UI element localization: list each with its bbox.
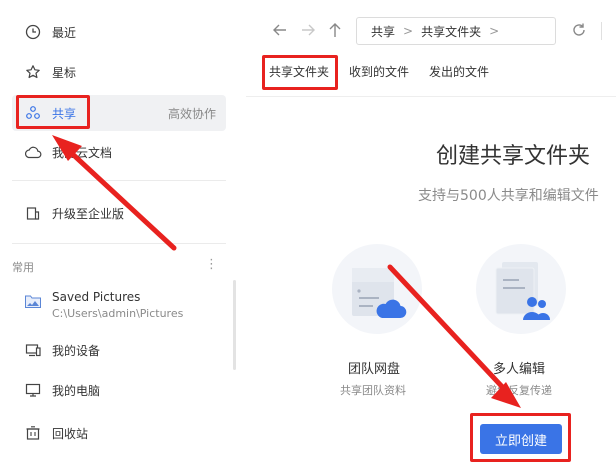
feature-desc: 共享团队资料 <box>340 384 406 397</box>
cloud-icon <box>24 143 42 161</box>
forward-arrow-icon[interactable] <box>298 20 318 40</box>
tab-sent-files[interactable]: 发出的文件 <box>429 63 489 80</box>
toolbar-divider <box>601 22 602 40</box>
sidebar-item-starred[interactable]: 星标 <box>12 54 226 90</box>
breadcrumb-item[interactable]: 共享文件夹 <box>421 23 481 40</box>
back-arrow-icon[interactable] <box>270 20 290 40</box>
sidebar-item-recycle-bin[interactable]: 回收站 <box>12 415 226 451</box>
sidebar-item-label: Saved Pictures <box>52 290 141 304</box>
sidebar-item-path: C:\Users\admin\Pictures <box>52 307 184 320</box>
shared-subtitle: 高效协作 <box>167 106 216 121</box>
team-drive-icon <box>352 268 407 319</box>
sidebar-scrollbar[interactable] <box>233 280 236 370</box>
address-bar[interactable]: 共享 > 共享文件夹 > <box>356 17 556 45</box>
sidebar: 最近 星标 共享 高效协作 我的云文档 升级至企业版 常用 ⋮ Saved Pi… <box>0 0 238 462</box>
feature-desc: 避免反复传递 <box>486 384 552 397</box>
feature-title: 团队网盘 <box>348 362 401 377</box>
sidebar-item-label: 星标 <box>52 65 77 80</box>
divider <box>12 243 226 244</box>
annotation-box-shared <box>16 95 90 129</box>
section-title-common: 常用 <box>12 261 34 274</box>
computer-icon <box>24 381 42 399</box>
sidebar-item-label: 我的云文档 <box>52 145 113 160</box>
folder-picture-icon <box>24 292 42 314</box>
sidebar-item-my-device[interactable]: 我的设备 <box>12 332 226 368</box>
star-icon <box>24 63 42 81</box>
team-drive-illustration <box>332 244 422 334</box>
multi-edit-icon <box>495 262 550 320</box>
device-icon <box>24 341 42 359</box>
more-icon[interactable]: ⋮ <box>205 257 218 272</box>
page-title: 创建共享文件夹 <box>436 144 591 169</box>
sidebar-item-label: 我的设备 <box>52 343 101 358</box>
clock-icon <box>24 23 42 41</box>
trash-icon <box>24 424 42 442</box>
sidebar-item-saved-pictures[interactable]: Saved Pictures C:\Users\admin\Pictures <box>12 287 226 327</box>
breadcrumb-separator: > <box>489 24 500 38</box>
annotation-box-create <box>470 413 571 462</box>
divider <box>12 180 226 181</box>
sidebar-item-recent[interactable]: 最近 <box>12 14 226 50</box>
sidebar-item-cloud-docs[interactable]: 我的云文档 <box>12 134 226 170</box>
sidebar-item-label: 最近 <box>52 25 77 40</box>
sidebar-item-label: 我的电脑 <box>52 383 101 398</box>
page-subtitle: 支持与500人共享和编辑文件 <box>418 188 599 204</box>
up-arrow-icon[interactable] <box>325 20 345 40</box>
feature-title: 多人编辑 <box>493 362 546 377</box>
breadcrumb-item[interactable]: 共享 <box>371 23 395 40</box>
sidebar-item-label: 升级至企业版 <box>52 206 125 221</box>
sidebar-item-my-computer[interactable]: 我的电脑 <box>12 372 226 408</box>
multi-edit-illustration <box>476 244 566 334</box>
breadcrumb-separator: > <box>403 24 414 38</box>
tabs-divider <box>246 96 616 97</box>
annotation-box-tab <box>262 55 338 90</box>
tab-received-files[interactable]: 收到的文件 <box>349 63 409 80</box>
sidebar-item-upgrade[interactable]: 升级至企业版 <box>12 195 226 231</box>
refresh-icon[interactable] <box>569 20 589 40</box>
sidebar-item-label: 回收站 <box>52 426 89 441</box>
building-icon <box>24 204 42 222</box>
